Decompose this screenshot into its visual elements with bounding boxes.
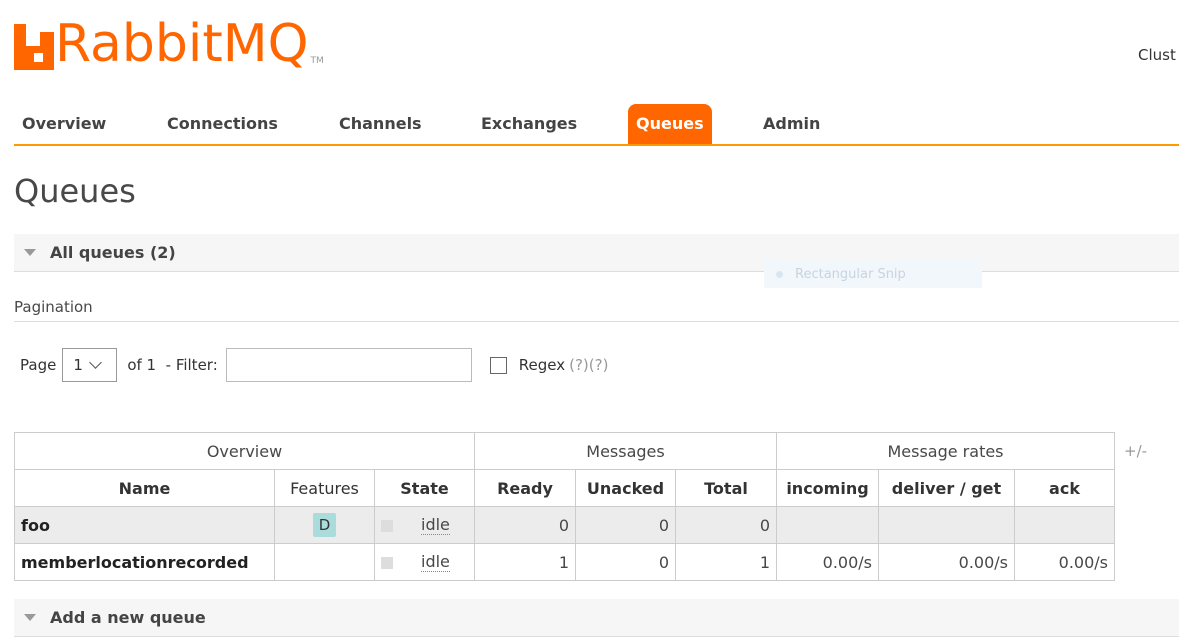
table-group-header: Overview Messages Message rates [14,432,1115,470]
toggle-columns-link[interactable]: +/- [1124,442,1147,460]
snip-label: Rectangular Snip [795,266,906,282]
table-column-header: Name Features State Ready Unacked Total … [14,469,1115,507]
chevron-down-icon [89,356,102,369]
rectangular-snip-overlay: Rectangular Snip [764,260,982,288]
features-cell: D [274,506,375,544]
incoming-cell [776,506,879,544]
page-label: Page [20,356,57,374]
queues-table: Overview Messages Message rates Name Fea… [14,432,1115,581]
col-deliver-get[interactable]: deliver / get [878,469,1015,507]
state-square-icon [381,556,393,569]
queue-name-link[interactable]: foo [14,506,275,544]
ready-cell: 0 [474,506,576,544]
unacked-cell: 0 [575,506,676,544]
col-state[interactable]: State [374,469,475,507]
table-row: memberlocationrecorded idle 1 0 1 0.00/s… [14,543,1115,581]
state-square-icon [381,519,393,532]
incoming-cell: 0.00/s [776,543,879,581]
ready-cell: 1 [474,543,576,581]
collapse-triangle-icon [24,249,36,256]
col-total[interactable]: Total [675,469,777,507]
snip-dot-icon [776,270,783,278]
tab-exchanges[interactable]: Exchanges [473,104,585,144]
queue-name-link[interactable]: memberlocationrecorded [14,543,275,581]
ack-cell: 0.00/s [1014,543,1115,581]
group-overview: Overview [14,432,475,470]
col-features: Features [274,469,375,507]
features-cell [274,543,375,581]
unacked-cell: 0 [575,543,676,581]
regex-label: Regex [518,356,566,374]
state-text: idle [421,515,450,535]
regex-help-link[interactable]: (?)(?) [569,356,608,374]
logo-trademark: TM [310,56,324,66]
state-text: idle [421,552,450,572]
ack-cell [1014,506,1115,544]
of-pages-filter-label: of 1 - Filter: [127,356,218,374]
add-queue-section-toggle[interactable]: Add a new queue [14,599,1179,637]
main-nav: Overview Connections Channels Exchanges … [14,104,1179,146]
tab-admin[interactable]: Admin [755,104,828,144]
col-name[interactable]: Name [14,469,275,507]
total-cell: 1 [675,543,777,581]
group-message-rates: Message rates [776,432,1115,470]
tab-connections[interactable]: Connections [159,104,286,144]
pagination-controls: Page 1 of 1 - Filter: Regex (?)(?) [20,348,608,382]
col-ready[interactable]: Ready [474,469,576,507]
state-cell: idle [374,543,475,581]
group-messages: Messages [474,432,777,470]
tab-overview[interactable]: Overview [14,104,114,144]
col-unacked[interactable]: Unacked [575,469,676,507]
deliver-get-cell [878,506,1015,544]
tab-channels[interactable]: Channels [331,104,430,144]
pagination-title: Pagination [14,298,1179,322]
page-select-value: 1 [73,356,83,374]
filter-input[interactable] [225,348,472,382]
state-cell: idle [374,506,475,544]
rabbit-logo-icon [14,24,54,70]
rabbitmq-logo[interactable]: RabbitMQ TM [14,14,324,74]
all-queues-section-toggle[interactable]: All queues (2) [14,234,1179,272]
col-incoming[interactable]: incoming [776,469,879,507]
cluster-label: Clust [1138,46,1176,64]
add-queue-label: Add a new queue [50,608,206,627]
collapse-triangle-icon [24,614,36,621]
logo-text: RabbitMQ [55,14,309,74]
regex-checkbox[interactable] [489,356,507,374]
durable-badge: D [312,513,337,537]
table-row: foo D idle 0 0 0 [14,506,1115,544]
col-ack[interactable]: ack [1014,469,1115,507]
page-select[interactable]: 1 [62,348,118,382]
page-title: Queues [14,172,136,210]
deliver-get-cell: 0.00/s [878,543,1015,581]
all-queues-label: All queues (2) [50,243,176,262]
tab-queues[interactable]: Queues [628,104,712,144]
total-cell: 0 [675,506,777,544]
